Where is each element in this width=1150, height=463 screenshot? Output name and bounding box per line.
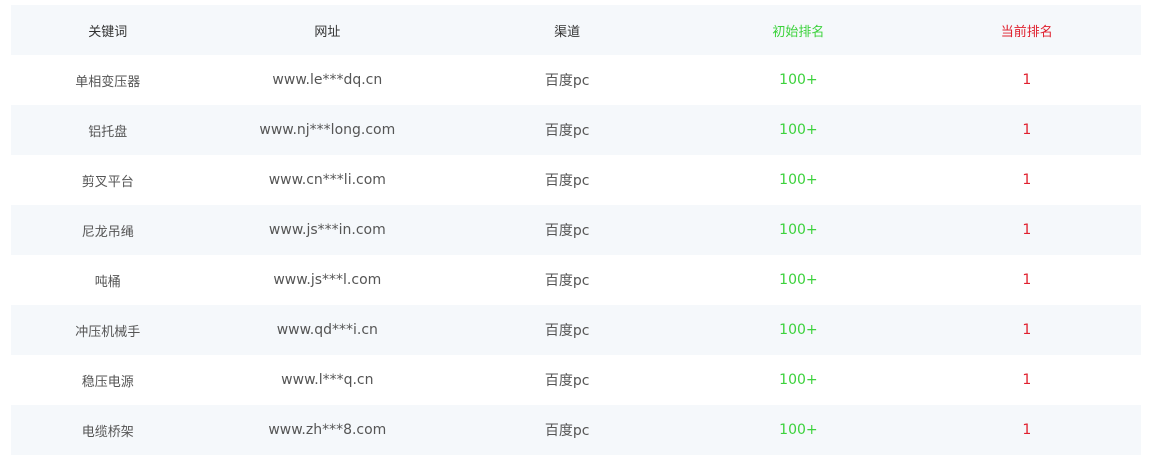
table-row: 尼龙吊绳 www.js***in.com 百度pc 100+ 1 — [11, 205, 1141, 255]
cell-keyword: 尼龙吊绳 — [81, 224, 134, 240]
cell-channel: 百度pc — [544, 123, 590, 139]
table-row: 冲压机械手 www.qd***i.cn 百度pc 100+ 1 — [11, 305, 1141, 355]
cell-current-rank: 1 — [1022, 172, 1032, 188]
cell-current-rank: 1 — [1022, 72, 1032, 88]
cell-initial-rank: 100+ — [779, 72, 818, 88]
cell-keyword: 吨桶 — [94, 274, 121, 290]
cell-url: www.qd***i.cn — [276, 322, 378, 338]
cell-url: www.l***q.cn — [281, 372, 374, 388]
cell-keyword: 铝托盘 — [88, 124, 128, 140]
cell-channel: 百度pc — [544, 173, 590, 189]
cell-url: www.cn***li.com — [268, 172, 386, 188]
header-channel: 渠道 — [554, 24, 581, 40]
cell-current-rank: 1 — [1022, 322, 1032, 338]
cell-keyword: 剪叉平台 — [81, 174, 134, 190]
table-row: 吨桶 www.js***l.com 百度pc 100+ 1 — [11, 255, 1141, 305]
cell-keyword: 冲压机械手 — [75, 324, 141, 340]
cell-current-rank: 1 — [1022, 422, 1032, 438]
ranking-table: 关键词 网址 渠道 初始排名 当前排名 单相变压器 www.le***dq.cn… — [11, 5, 1141, 455]
cell-channel: 百度pc — [544, 273, 590, 289]
cell-url: www.le***dq.cn — [272, 72, 383, 88]
cell-url: www.js***l.com — [273, 272, 382, 288]
cell-url: www.zh***8.com — [268, 422, 387, 438]
table-row: 铝托盘 www.nj***long.com 百度pc 100+ 1 — [11, 105, 1141, 155]
header-current-rank: 当前排名 — [1000, 24, 1053, 40]
table-header: 关键词 网址 渠道 初始排名 当前排名 — [11, 5, 1141, 55]
header-initial-rank: 初始排名 — [772, 24, 825, 40]
cell-initial-rank: 100+ — [779, 322, 818, 338]
table-row: 剪叉平台 www.cn***li.com 百度pc 100+ 1 — [11, 155, 1141, 205]
cell-initial-rank: 100+ — [779, 222, 818, 238]
header-url: 网址 — [314, 24, 341, 40]
header-keyword: 关键词 — [88, 24, 128, 40]
cell-url: www.js***in.com — [268, 222, 386, 238]
cell-initial-rank: 100+ — [779, 372, 818, 388]
cell-initial-rank: 100+ — [779, 272, 818, 288]
cell-keyword: 稳压电源 — [81, 374, 134, 390]
cell-current-rank: 1 — [1022, 272, 1032, 288]
cell-channel: 百度pc — [544, 223, 590, 239]
cell-initial-rank: 100+ — [779, 422, 818, 438]
table-row: 电缆桥架 www.zh***8.com 百度pc 100+ 1 — [11, 405, 1141, 455]
table-row: 单相变压器 www.le***dq.cn 百度pc 100+ 1 — [11, 55, 1141, 105]
cell-channel: 百度pc — [544, 373, 590, 389]
cell-channel: 百度pc — [544, 323, 590, 339]
cell-channel: 百度pc — [544, 423, 590, 439]
cell-current-rank: 1 — [1022, 372, 1032, 388]
cell-current-rank: 1 — [1022, 222, 1032, 238]
cell-keyword: 电缆桥架 — [81, 424, 134, 440]
cell-channel: 百度pc — [544, 73, 590, 89]
cell-initial-rank: 100+ — [779, 172, 818, 188]
cell-initial-rank: 100+ — [779, 122, 818, 138]
cell-current-rank: 1 — [1022, 122, 1032, 138]
cell-keyword: 单相变压器 — [75, 74, 141, 90]
table-row: 稳压电源 www.l***q.cn 百度pc 100+ 1 — [11, 355, 1141, 405]
cell-url: www.nj***long.com — [259, 122, 396, 138]
